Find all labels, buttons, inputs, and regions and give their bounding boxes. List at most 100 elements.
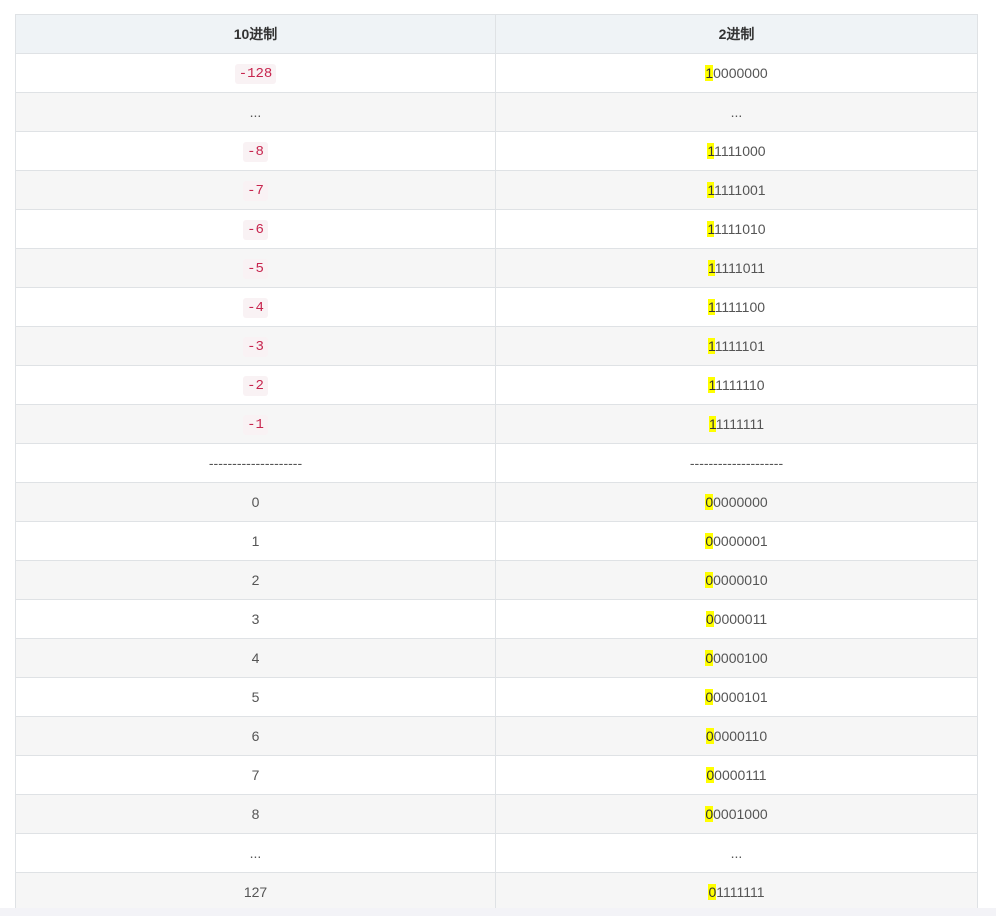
sign-bit-highlight: 0: [705, 650, 714, 666]
decimal-cell: -4: [15, 287, 496, 327]
binary-value: 0001000: [713, 806, 768, 822]
binary-cell: --------------------: [495, 443, 978, 483]
sign-bit-highlight: 1: [707, 260, 715, 276]
binary-value: 0000100: [713, 650, 768, 666]
page-bottom-edge: [0, 908, 996, 916]
sign-bit-highlight: 1: [708, 416, 716, 432]
table-row: 8 00001000: [15, 794, 978, 834]
decimal-cell: 3: [15, 599, 496, 639]
decimal-cell: -6: [15, 209, 496, 249]
binary-cell: 00000100: [495, 638, 978, 678]
sign-bit-highlight: 0: [705, 611, 714, 627]
decimal-value: 5: [251, 689, 260, 705]
binary-value: 0000011: [713, 611, 768, 627]
binary-value: 1111011: [714, 260, 766, 276]
table-row: -4 11111100: [15, 287, 978, 327]
table-row: -7 11111001: [15, 170, 978, 210]
table-row: 0 00000000: [15, 482, 978, 522]
binary-value: --------------------: [689, 455, 784, 471]
decimal-value: 1: [251, 533, 260, 549]
table-row: 1 00000001: [15, 521, 978, 561]
binary-value: 1111111: [716, 884, 765, 900]
binary-cell: ...: [495, 92, 978, 132]
table-row: 3 00000011: [15, 599, 978, 639]
column-header-decimal: 10进制: [15, 14, 496, 54]
binary-cell: 11111001: [495, 170, 978, 210]
conversion-table-container: 10进制 2进制 -128 10000000...... -8 11111000 -7 1…: [15, 14, 978, 912]
decimal-value-code: -7: [243, 181, 268, 201]
decimal-value-code: -1: [243, 415, 268, 435]
sign-bit-highlight: 1: [707, 299, 715, 315]
sign-bit-highlight: 0: [705, 728, 714, 744]
binary-value: 1111000: [714, 143, 766, 159]
binary-value: 1111101: [714, 338, 766, 354]
decimal-binary-table: 10进制 2进制 -128 10000000...... -8 11111000 -7 1…: [15, 14, 978, 912]
binary-cell: 11111101: [495, 326, 978, 366]
decimal-value: ...: [249, 104, 262, 120]
decimal-value: 8: [251, 806, 260, 822]
table-row: 2 00000010: [15, 560, 978, 600]
decimal-cell: -3: [15, 326, 496, 366]
sign-bit-highlight: 0: [705, 689, 714, 705]
decimal-cell: --------------------: [15, 443, 496, 483]
column-header-binary: 2进制: [495, 14, 978, 54]
decimal-value: ...: [249, 845, 262, 861]
table-body: -128 10000000...... -8 11111000 -7 11111001 -6…: [15, 53, 978, 912]
binary-cell: 01111111: [495, 872, 978, 912]
decimal-cell: 4: [15, 638, 496, 678]
decimal-cell: 7: [15, 755, 496, 795]
binary-cell: 00000111: [495, 755, 978, 795]
decimal-value: 3: [251, 611, 260, 627]
decimal-value-code: -3: [243, 337, 268, 357]
binary-value: 1111110: [715, 377, 765, 393]
table-row: 5 00000101: [15, 677, 978, 717]
binary-cell: 00000110: [495, 716, 978, 756]
table-row: -6 11111010: [15, 209, 978, 249]
binary-cell: 00001000: [495, 794, 978, 834]
decimal-value-code: -4: [243, 298, 268, 318]
decimal-cell: -7: [15, 170, 496, 210]
decimal-cell: 5: [15, 677, 496, 717]
table-row: -5 11111011: [15, 248, 978, 288]
decimal-value-code: -5: [243, 259, 268, 279]
table-row: -3 11111101: [15, 326, 978, 366]
sign-bit-highlight: 0: [705, 533, 714, 549]
sign-bit-highlight: 0: [706, 767, 715, 783]
binary-cell: 00000010: [495, 560, 978, 600]
decimal-cell: -2: [15, 365, 496, 405]
binary-cell: 00000011: [495, 599, 978, 639]
table-row: -128 10000000: [15, 53, 978, 93]
table-row: -------------------- --------------------: [15, 443, 978, 483]
decimal-cell: 6: [15, 716, 496, 756]
binary-value: 0000010: [713, 572, 768, 588]
decimal-cell: 127: [15, 872, 496, 912]
decimal-cell: ...: [15, 92, 496, 132]
table-row: -2 11111110: [15, 365, 978, 405]
binary-cell: ...: [495, 833, 978, 873]
decimal-cell: 8: [15, 794, 496, 834]
binary-value: 1111100: [714, 299, 766, 315]
decimal-value: 127: [243, 884, 268, 900]
decimal-value: 7: [251, 767, 260, 783]
binary-value: ...: [730, 845, 743, 861]
binary-cell: 10000000: [495, 53, 978, 93]
table-row: 7 00000111: [15, 755, 978, 795]
decimal-value: 0: [251, 494, 260, 510]
decimal-value-code: -6: [243, 220, 268, 240]
binary-value: 0000111: [714, 767, 767, 783]
table-row: 4 00000100: [15, 638, 978, 678]
decimal-value-code: -128: [234, 64, 277, 84]
sign-bit-highlight: 0: [705, 806, 714, 822]
binary-value: 0000000: [713, 494, 768, 510]
decimal-value-code: -8: [243, 142, 268, 162]
binary-cell: 11111000: [495, 131, 978, 171]
decimal-value: 4: [251, 650, 260, 666]
table-header-row: 10进制 2进制: [15, 14, 978, 54]
binary-cell: 00000000: [495, 482, 978, 522]
binary-value: 0000000: [713, 65, 768, 81]
binary-value: ...: [730, 104, 743, 120]
sign-bit-highlight: 1: [705, 65, 714, 81]
decimal-cell: ...: [15, 833, 496, 873]
table-row: -1 11111111: [15, 404, 978, 444]
decimal-cell: -8: [15, 131, 496, 171]
